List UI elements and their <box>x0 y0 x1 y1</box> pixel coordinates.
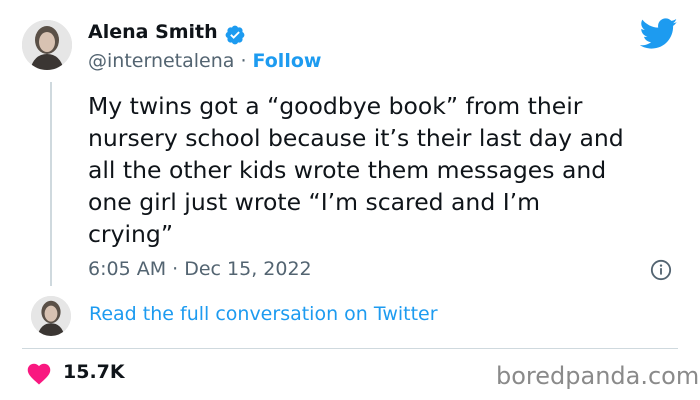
author-handle[interactable]: @internetalena <box>88 50 234 72</box>
boredpanda-watermark: boredpanda.com <box>496 362 700 390</box>
tweet-text: My twins got a “goodbye book” from their… <box>88 92 624 248</box>
verified-badge-icon <box>225 25 245 45</box>
divider <box>22 348 678 349</box>
like-count[interactable]: 15.7K <box>63 361 125 383</box>
handle-separator: · <box>234 50 253 72</box>
heart-icon[interactable] <box>26 361 52 385</box>
thread-line <box>50 82 52 286</box>
reply-avatar[interactable] <box>31 296 71 336</box>
info-icon[interactable] <box>650 259 672 281</box>
twitter-bird-icon[interactable] <box>640 18 678 50</box>
follow-button[interactable]: Follow <box>253 50 322 72</box>
author-handle-row: @internetalena · Follow <box>88 50 321 72</box>
read-full-conversation-link[interactable]: Read the full conversation on Twitter <box>89 303 438 325</box>
tweet-timestamp[interactable]: 6:05 AM · Dec 15, 2022 <box>88 258 312 280</box>
author-name[interactable]: Alena Smith <box>88 21 218 43</box>
author-avatar[interactable] <box>22 20 72 70</box>
